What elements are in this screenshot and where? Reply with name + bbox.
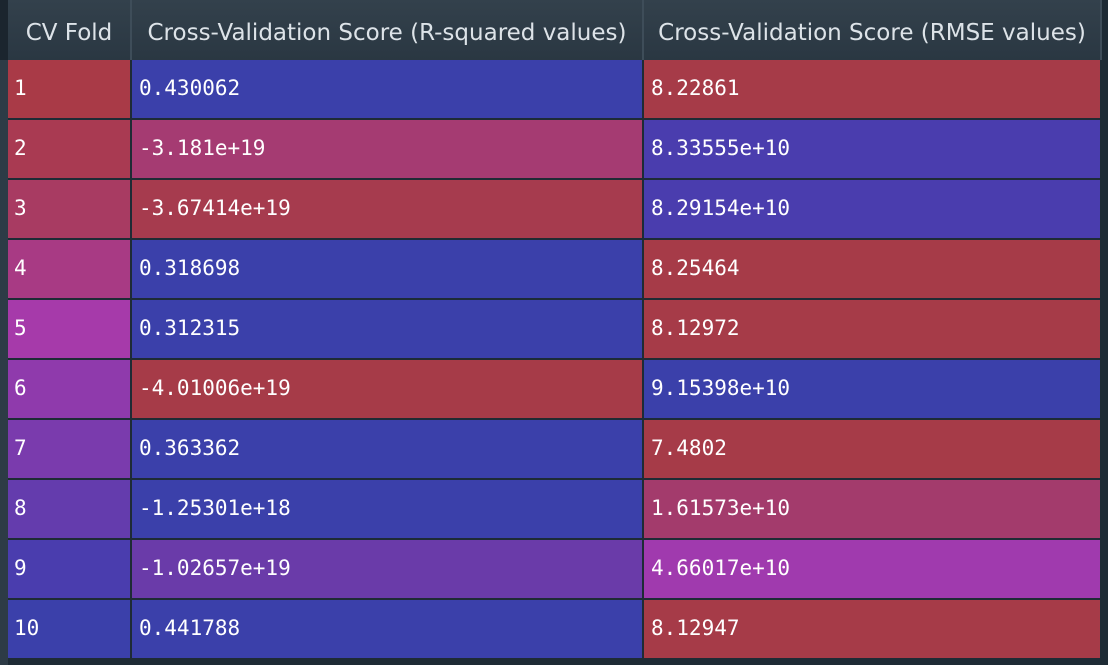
table-row[interactable]: 5 0.312315 8.12972: [8, 300, 1108, 360]
cell-rmse[interactable]: 8.25464: [644, 240, 1102, 300]
cell-r-squared[interactable]: 0.363362: [132, 420, 644, 480]
cell-cv-fold[interactable]: 4: [8, 240, 132, 300]
cell-r-squared[interactable]: -3.67414e+19: [132, 180, 644, 240]
cell-r-squared[interactable]: -3.181e+19: [132, 120, 644, 180]
cell-rmse[interactable]: 8.12972: [644, 300, 1102, 360]
table-row[interactable]: 6 -4.01006e+19 9.15398e+10: [8, 360, 1108, 420]
cell-cv-fold[interactable]: 2: [8, 120, 132, 180]
row-header-strip: [0, 60, 8, 665]
column-header-r-squared[interactable]: Cross-Validation Score (R-squared values…: [132, 0, 644, 60]
cell-cv-fold[interactable]: 8: [8, 480, 132, 540]
cell-rmse[interactable]: 8.22861: [644, 60, 1102, 120]
cell-rmse[interactable]: 9.15398e+10: [644, 360, 1102, 420]
table-row[interactable]: 2 -3.181e+19 8.33555e+10: [8, 120, 1108, 180]
table-row[interactable]: 4 0.318698 8.25464: [8, 240, 1108, 300]
cell-cv-fold[interactable]: 9: [8, 540, 132, 600]
table-body: 1 0.430062 8.22861 2 -3.181e+19 8.33555e+10 3-…: [8, 60, 1108, 660]
table-row[interactable]: 1 0.430062 8.22861: [8, 60, 1108, 120]
cell-cv-fold[interactable]: 10: [8, 600, 132, 660]
cell-r-squared[interactable]: -4.01006e+19: [132, 360, 644, 420]
cell-cv-fold[interactable]: 7: [8, 420, 132, 480]
cell-r-squared[interactable]: 0.441788: [132, 600, 644, 660]
cell-rmse[interactable]: 8.12947: [644, 600, 1102, 660]
table-row[interactable]: 10 0.441788 8.12947: [8, 600, 1108, 660]
cv-results-table: CV Fold Cross-Validation Score (R-square…: [0, 0, 1108, 665]
cell-rmse[interactable]: 4.66017e+10: [644, 540, 1102, 600]
cell-rmse[interactable]: 7.4802: [644, 420, 1102, 480]
cell-r-squared[interactable]: 0.430062: [132, 60, 644, 120]
cell-rmse[interactable]: 8.33555e+10: [644, 120, 1102, 180]
table-row[interactable]: 3 -3.67414e+19 8.29154e+10: [8, 180, 1108, 240]
cell-rmse[interactable]: 8.29154e+10: [644, 180, 1102, 240]
cell-cv-fold[interactable]: 3: [8, 180, 132, 240]
cell-r-squared[interactable]: -1.02657e+19: [132, 540, 644, 600]
table-corner: [0, 0, 8, 60]
table-header: CV Fold Cross-Validation Score (R-square…: [8, 0, 1102, 62]
cell-cv-fold[interactable]: 1: [8, 60, 132, 120]
table-row[interactable]: 8 -1.25301e+18 1.61573e+10: [8, 480, 1108, 540]
table-row[interactable]: 9 -1.02657e+19 4.66017e+10: [8, 540, 1108, 600]
cell-r-squared[interactable]: 0.318698: [132, 240, 644, 300]
column-header-rmse[interactable]: Cross-Validation Score (RMSE values): [644, 0, 1102, 60]
cell-cv-fold[interactable]: 5: [8, 300, 132, 360]
table-row[interactable]: 7 0.363362 7.4802: [8, 420, 1108, 480]
column-header-cv-fold[interactable]: CV Fold: [8, 0, 132, 60]
cell-rmse[interactable]: 1.61573e+10: [644, 480, 1102, 540]
cell-r-squared[interactable]: -1.25301e+18: [132, 480, 644, 540]
cell-r-squared[interactable]: 0.312315: [132, 300, 644, 360]
cell-cv-fold[interactable]: 6: [8, 360, 132, 420]
